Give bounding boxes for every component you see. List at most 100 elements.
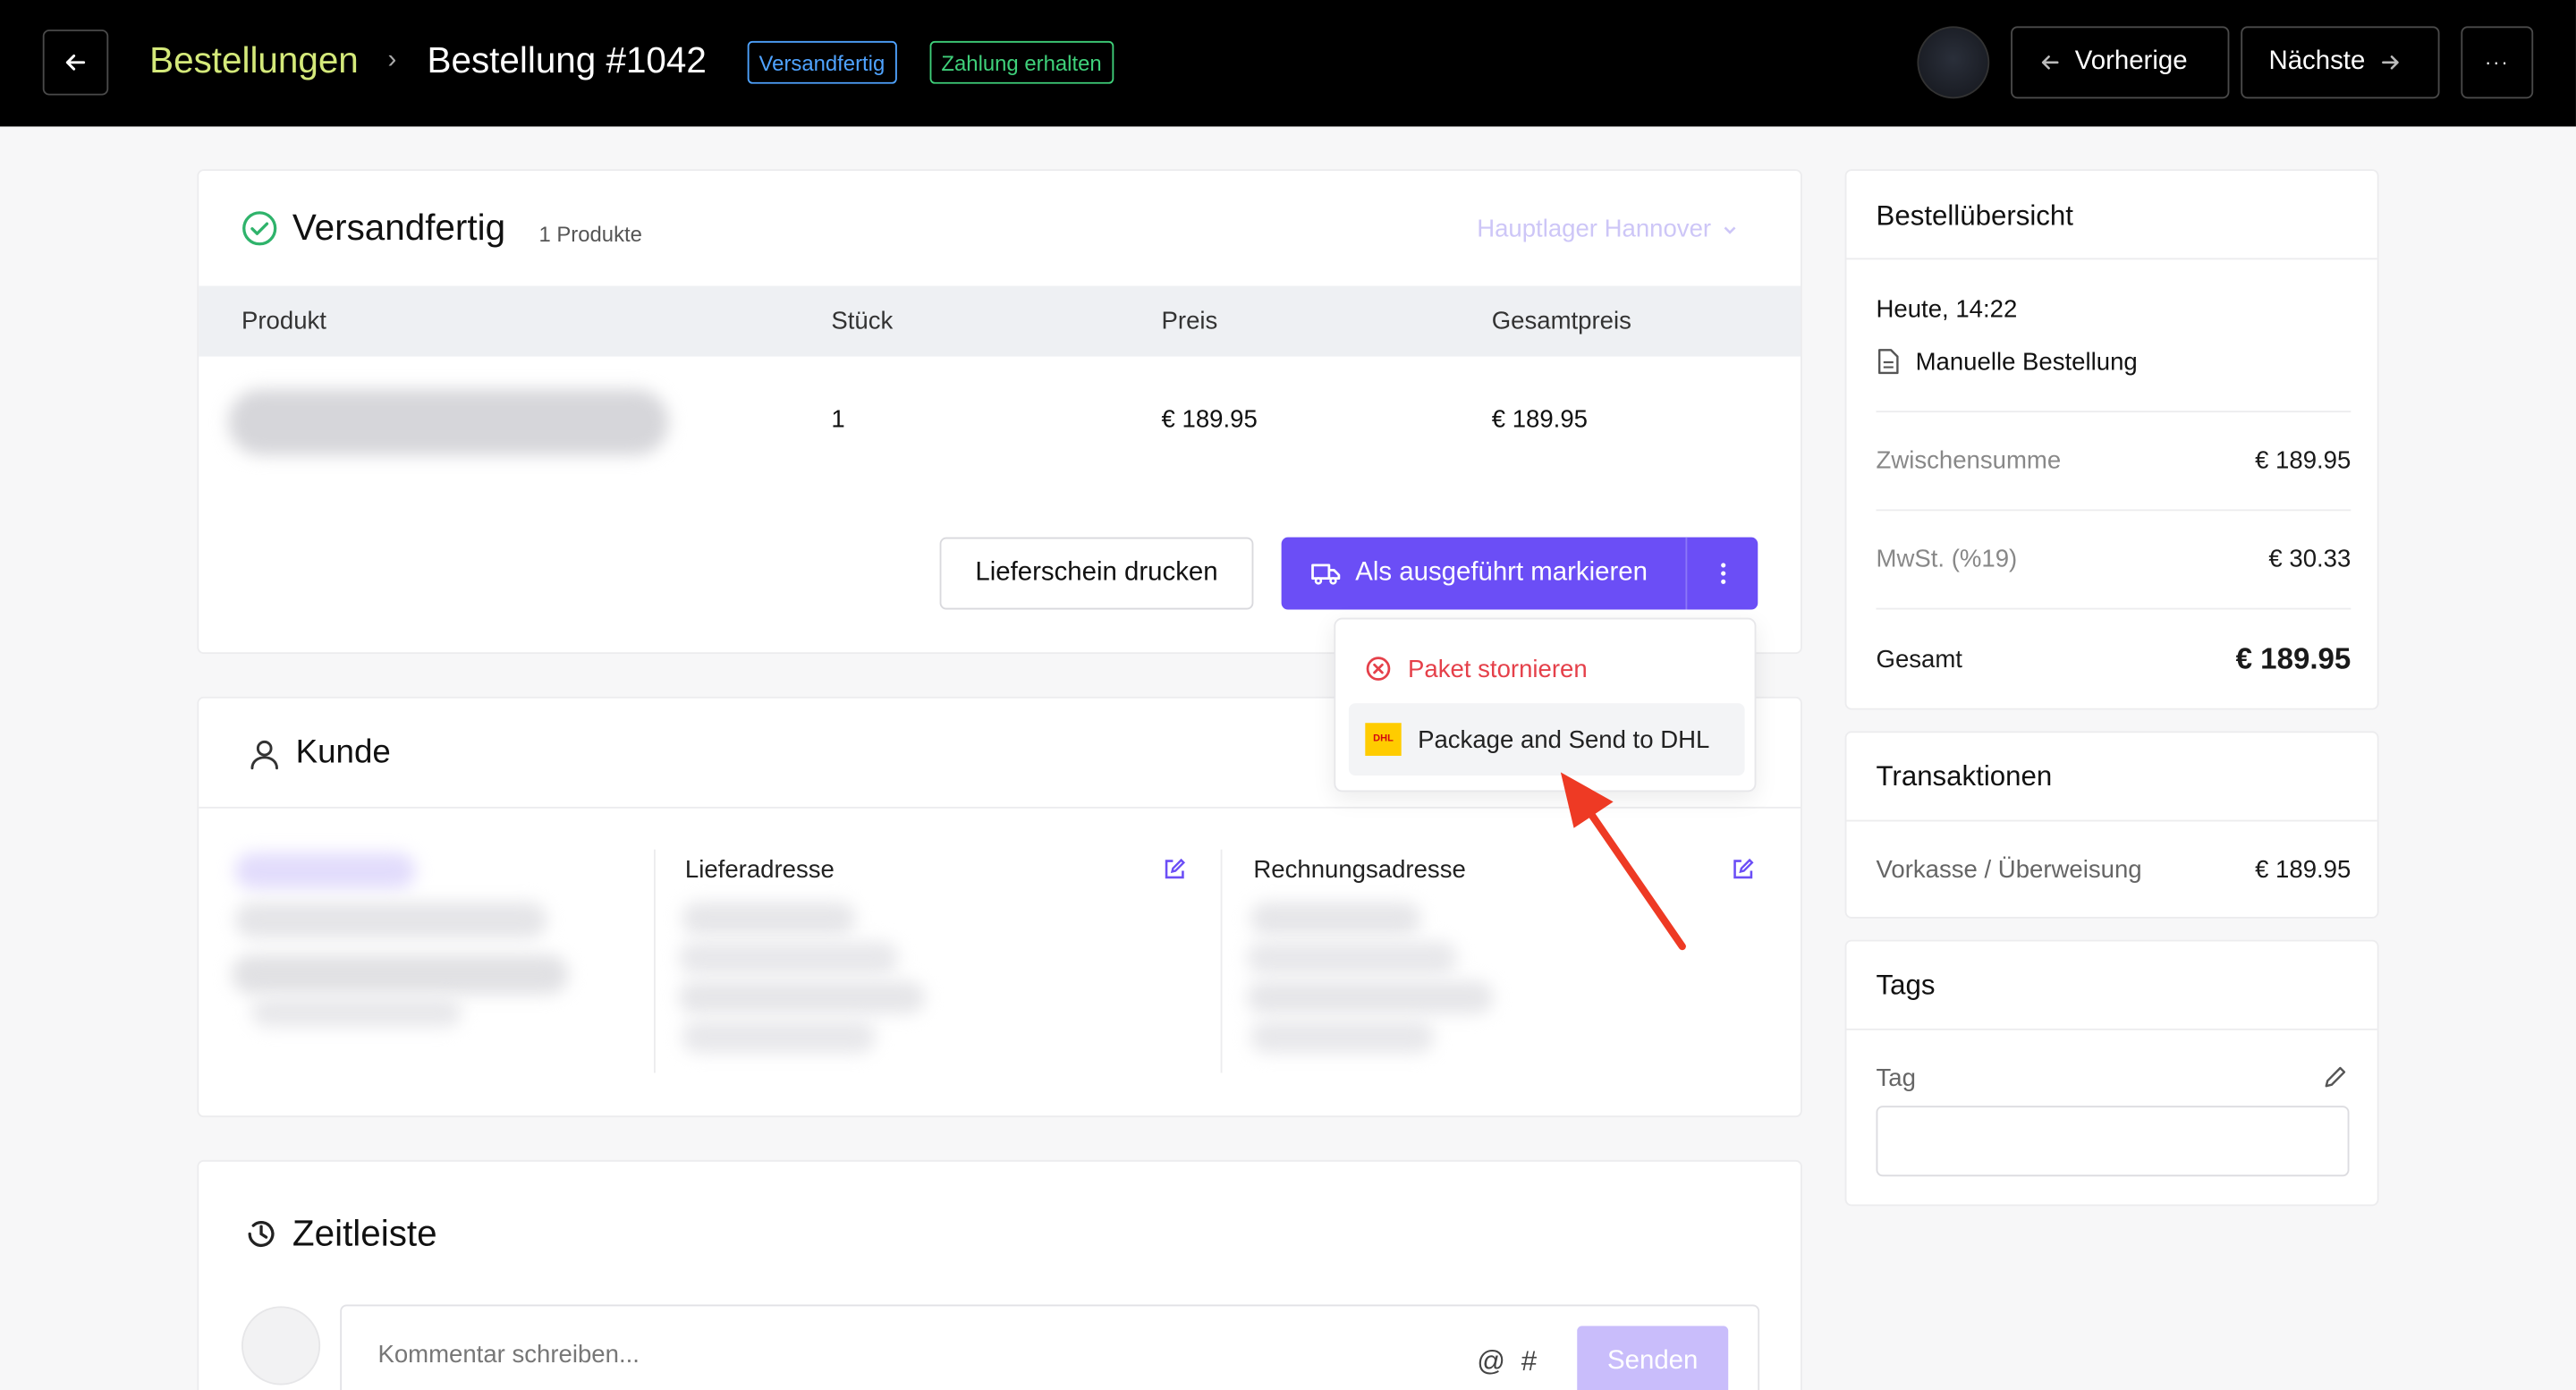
tag-input[interactable] <box>1876 1106 2350 1177</box>
order-summary-card: Bestellübersicht Heute, 14:22 Manuelle B… <box>1844 169 2379 710</box>
transactions-card: Transaktionen Vorkasse / Überweisung € 1… <box>1844 731 2379 919</box>
transaction-amount: € 189.95 <box>2255 856 2351 885</box>
customer-detail-blurred <box>231 954 569 995</box>
avatar[interactable] <box>1917 26 1990 99</box>
subtotal-value: € 189.95 <box>2255 446 2351 475</box>
subtotal-label: Zwischensumme <box>1876 446 2062 475</box>
breadcrumb-orders-link[interactable]: Bestellungen <box>149 39 359 82</box>
status-badge-paid: Zahlung erhalten <box>929 40 1114 84</box>
comment-placeholder: Kommentar schreiben... <box>377 1340 640 1369</box>
send-label: Senden <box>1607 1347 1699 1376</box>
print-delivery-note-button[interactable]: Lieferschein drucken <box>939 537 1254 610</box>
tags-title: Tags <box>1876 969 1936 1001</box>
user-icon <box>250 740 278 770</box>
shipment-title: Versandfertig <box>292 207 506 249</box>
warehouse-select[interactable]: Hauptlager Hannover <box>1477 216 1737 243</box>
timeline-title: Zeitleiste <box>292 1212 437 1254</box>
top-bar: Bestellungen › Bestellung #1042 Versandf… <box>0 0 2576 127</box>
more-options-button[interactable]: ··· <box>2461 26 2534 99</box>
shipping-address-blurred <box>678 980 926 1014</box>
send-comment-button[interactable]: Senden <box>1577 1326 1729 1390</box>
more-actions-button[interactable] <box>1687 538 1758 610</box>
product-count: 1 Produkte <box>538 221 642 247</box>
order-source: Manuelle Bestellung <box>1915 348 2138 377</box>
customer-detail-blurred <box>251 996 462 1028</box>
back-button[interactable] <box>42 30 109 96</box>
summary-title: Bestellübersicht <box>1876 200 2073 233</box>
vertical-dots-icon <box>1720 563 1725 584</box>
edit-icon[interactable] <box>1163 858 1186 881</box>
transactions-title: Transaktionen <box>1876 760 2053 792</box>
products-table-header: Produkt Stück Preis Gesamtpreis <box>199 285 1801 357</box>
order-date: Heute, 14:22 <box>1876 295 2018 324</box>
cancel-package-menu-item[interactable]: Paket stornieren <box>1349 632 1745 705</box>
mark-completed-button-group: Als ausgeführt markieren <box>1281 537 1758 610</box>
annotation-arrow-icon <box>1560 772 1686 951</box>
customer-name-blurred <box>234 852 416 889</box>
next-order-button[interactable]: Nächste <box>2241 26 2440 99</box>
history-icon <box>248 1221 275 1248</box>
payment-method: Vorkasse / Überweisung <box>1876 856 2142 885</box>
total-label: Gesamt <box>1876 645 1962 674</box>
row-qty: 1 <box>831 405 845 434</box>
x-circle-icon <box>1366 657 1391 681</box>
timeline-card: Zeitleiste Kommentar schreiben... @ # Se… <box>197 1159 1802 1390</box>
cancel-package-label: Paket stornieren <box>1408 655 1588 683</box>
product-thumbnail-blurred <box>228 389 669 455</box>
hashtag-icon[interactable]: # <box>1521 1345 1537 1378</box>
print-label: Lieferschein drucken <box>975 558 1218 587</box>
warehouse-label: Hauptlager Hannover <box>1477 215 1712 243</box>
total-row: Gesamt € 189.95 <box>1877 642 2351 677</box>
next-label: Nächste <box>2268 47 2366 76</box>
dhl-logo-text: DHL <box>1373 734 1394 745</box>
tags-card: Tags Tag <box>1844 939 2379 1207</box>
comment-input[interactable]: Kommentar schreiben... @ # Senden <box>340 1304 1760 1390</box>
avatar <box>241 1306 321 1386</box>
customer-detail-blurred <box>234 902 547 938</box>
customer-title: Kunde <box>295 734 391 771</box>
previous-label: Vorherige <box>2074 47 2188 76</box>
shipping-address-blurred <box>682 902 856 936</box>
chevron-right-icon: › <box>387 46 397 74</box>
tax-value: € 30.33 <box>2268 545 2351 574</box>
shipment-card: Versandfertig 1 Produkte Hauptlager Hann… <box>197 169 1802 655</box>
pencil-icon[interactable] <box>2323 1064 2348 1089</box>
truck-icon <box>1311 564 1341 585</box>
tax-row: MwSt. (%19) € 30.33 <box>1877 546 2351 573</box>
edit-icon[interactable] <box>1732 858 1755 881</box>
billing-address-blurred <box>1250 902 1421 936</box>
billing-address-blurred <box>1247 980 1494 1014</box>
row-total: € 189.95 <box>1491 405 1588 434</box>
previous-order-button[interactable]: Vorherige <box>2011 26 2230 99</box>
document-icon <box>1877 349 1899 375</box>
mention-icon[interactable]: @ <box>1477 1345 1505 1378</box>
billing-address-title: Rechnungsadresse <box>1253 856 1466 885</box>
column-header-product: Produkt <box>241 307 326 335</box>
page-title: Bestellung #1042 <box>427 39 707 81</box>
dhl-logo-icon: DHL <box>1365 723 1402 756</box>
billing-address-blurred <box>1247 941 1458 975</box>
arrow-right-icon <box>2381 55 2399 70</box>
tax-label: MwSt. (%19) <box>1876 545 2018 574</box>
mark-completed-label: Als ausgeführt markieren <box>1355 558 1648 587</box>
shipping-address-blurred <box>678 941 899 975</box>
chevron-down-icon <box>1723 225 1735 233</box>
shipping-address-title: Lieferadresse <box>684 856 835 885</box>
shipping-address-blurred <box>682 1020 876 1054</box>
total-value: € 189.95 <box>2235 642 2351 675</box>
check-circle-icon <box>242 211 277 246</box>
arrow-left-icon <box>2041 55 2059 70</box>
arrow-left-icon <box>65 54 86 71</box>
column-header-qty: Stück <box>831 307 894 335</box>
subtotal-row: Zwischensumme € 189.95 <box>1877 447 2351 475</box>
status-badge-ready: Versandfertig <box>747 40 897 84</box>
more-dots-icon: ··· <box>2485 50 2510 74</box>
tag-label: Tag <box>1876 1064 1916 1093</box>
column-header-total: Gesamtpreis <box>1491 307 1631 335</box>
transaction-row: Vorkasse / Überweisung € 189.95 <box>1877 856 2351 884</box>
row-price: € 189.95 <box>1161 405 1258 434</box>
column-header-price: Preis <box>1161 307 1218 335</box>
billing-address-blurred <box>1250 1020 1435 1054</box>
mark-completed-button[interactable]: Als ausgeführt markieren <box>1282 538 1686 610</box>
send-to-dhl-label: Package and Send to DHL <box>1418 725 1710 754</box>
